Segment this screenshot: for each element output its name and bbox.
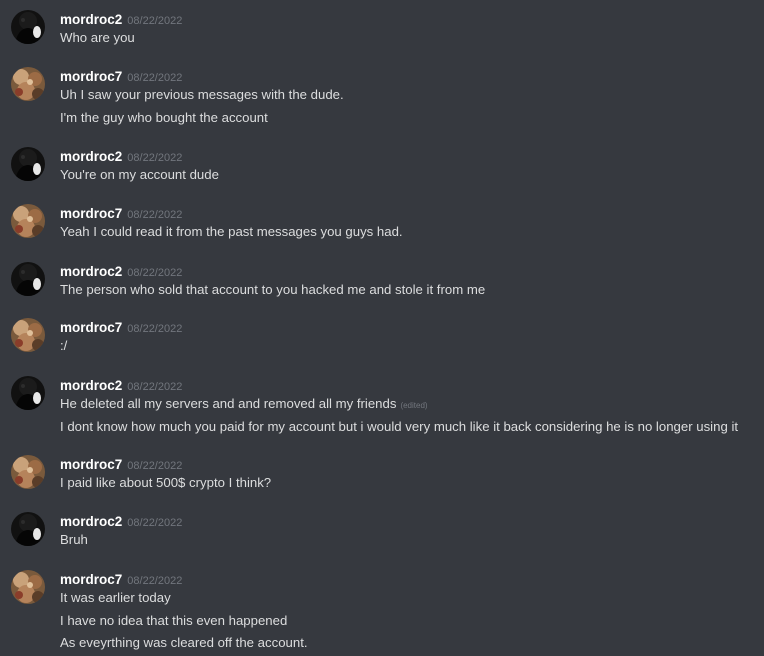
message-group: mordroc7 08/22/2022 :/ [0, 318, 764, 355]
avatar[interactable] [11, 512, 45, 546]
message-content: It was earlier today [60, 590, 171, 605]
message-group: mordroc7 08/22/2022 I paid like about 500$… [0, 455, 764, 492]
message-content: I paid like about 500$ crypto I think? [60, 475, 272, 490]
avatar[interactable] [11, 10, 45, 44]
message-text: Uh I saw your previous messages with the… [60, 86, 344, 104]
message-content: Bruh [60, 532, 88, 547]
message-text: I dont know how much you paid for my acc… [60, 418, 738, 436]
message-group: mordroc7 08/22/2022 It was earlier today I … [0, 570, 764, 652]
message-header: mordroc2 08/22/2022 [60, 512, 182, 530]
avatar[interactable] [11, 147, 45, 181]
timestamp: 08/22/2022 [127, 267, 183, 279]
timestamp: 08/22/2022 [127, 517, 183, 529]
dark-avatar-icon [11, 10, 45, 44]
timestamp: 08/22/2022 [127, 460, 183, 472]
message-content: :/ [60, 338, 68, 353]
chat-message-list: mordroc2 08/22/2022 Who are you mordroc7 08/… [0, 0, 764, 656]
message-content: I dont know how much you paid for my acc… [60, 419, 739, 434]
avatar[interactable] [11, 318, 45, 352]
message-group: mordroc2 08/22/2022 He deleted all my serv… [0, 376, 764, 436]
message-text: Bruh [60, 531, 88, 549]
message-header: mordroc7 08/22/2022 [60, 204, 182, 222]
message-group: mordroc7 08/22/2022 Yeah I could read it f… [0, 204, 764, 241]
username[interactable]: mordroc7 [60, 572, 122, 587]
message-text: It was earlier today [60, 589, 171, 607]
message-header: mordroc7 08/22/2022 [60, 67, 182, 85]
message-header: mordroc7 08/22/2022 [60, 318, 182, 336]
avatar[interactable] [11, 67, 45, 101]
message-text: :/ [60, 337, 67, 355]
avatar[interactable] [11, 262, 45, 296]
dark-avatar-icon [11, 376, 45, 410]
message-text: As eveyrthing was cleared off the accoun… [60, 634, 308, 652]
message-group: mordroc2 08/22/2022 Bruh [0, 512, 764, 549]
avatar[interactable] [11, 204, 45, 238]
tan-avatar-icon [11, 455, 45, 489]
message-header: mordroc2 08/22/2022 [60, 147, 182, 165]
timestamp: 08/22/2022 [127, 72, 183, 84]
message-content: Yeah I could read it from the past messa… [60, 224, 403, 239]
message-group: mordroc2 08/22/2022 Who are you [0, 10, 764, 47]
timestamp: 08/22/2022 [127, 152, 183, 164]
dark-avatar-icon [11, 262, 45, 296]
message-text: I paid like about 500$ crypto I think? [60, 474, 271, 492]
message-text: He deleted all my servers and and remove… [60, 395, 428, 415]
avatar[interactable] [11, 455, 45, 489]
message-content: Uh I saw your previous messages with the… [60, 87, 344, 102]
dark-avatar-icon [11, 147, 45, 181]
message-text: I have no idea that this even happened [60, 612, 287, 630]
message-text: You're on my account dude [60, 166, 219, 184]
message-text: Who are you [60, 29, 135, 47]
tan-avatar-icon [11, 67, 45, 101]
tan-avatar-icon [11, 570, 45, 604]
message-group: mordroc2 08/22/2022 You're on my account d… [0, 147, 764, 184]
tan-avatar-icon [11, 318, 45, 352]
message-header: mordroc7 08/22/2022 [60, 455, 182, 473]
message-header: mordroc2 08/22/2022 [60, 376, 182, 394]
message-header: mordroc7 08/22/2022 [60, 570, 182, 588]
username[interactable]: mordroc7 [60, 320, 122, 335]
message-header: mordroc2 08/22/2022 [60, 10, 182, 28]
username[interactable]: mordroc2 [60, 378, 122, 393]
timestamp: 08/22/2022 [127, 381, 183, 393]
avatar[interactable] [11, 570, 45, 604]
timestamp: 08/22/2022 [127, 15, 183, 27]
message-group: mordroc7 08/22/2022 Uh I saw your previous… [0, 67, 764, 127]
message-content: I have no idea that this even happened [60, 613, 288, 628]
username[interactable]: mordroc2 [60, 149, 122, 164]
message-group: mordroc2 08/22/2022 The person who sold th… [0, 262, 764, 299]
message-content: Who are you [60, 30, 135, 45]
edited-label: (edited) [400, 401, 428, 410]
message-content: He deleted all my servers and and remove… [60, 396, 397, 411]
username[interactable]: mordroc2 [60, 12, 122, 27]
message-text: The person who sold that account to you … [60, 281, 485, 299]
message-content: I'm the guy who bought the account [60, 110, 268, 125]
timestamp: 08/22/2022 [127, 575, 183, 587]
username[interactable]: mordroc2 [60, 264, 122, 279]
timestamp: 08/22/2022 [127, 323, 183, 335]
dark-avatar-icon [11, 512, 45, 546]
message-header: mordroc2 08/22/2022 [60, 262, 182, 280]
message-content: As eveyrthing was cleared off the accoun… [60, 635, 308, 650]
username[interactable]: mordroc2 [60, 514, 122, 529]
message-text: Yeah I could read it from the past messa… [60, 223, 403, 241]
message-content: You're on my account dude [60, 167, 219, 182]
timestamp: 08/22/2022 [127, 209, 183, 221]
username[interactable]: mordroc7 [60, 69, 122, 84]
avatar[interactable] [11, 376, 45, 410]
message-content: The person who sold that account to you … [60, 282, 486, 297]
tan-avatar-icon [11, 204, 45, 238]
message-text: I'm the guy who bought the account [60, 109, 268, 127]
username[interactable]: mordroc7 [60, 457, 122, 472]
username[interactable]: mordroc7 [60, 206, 122, 221]
